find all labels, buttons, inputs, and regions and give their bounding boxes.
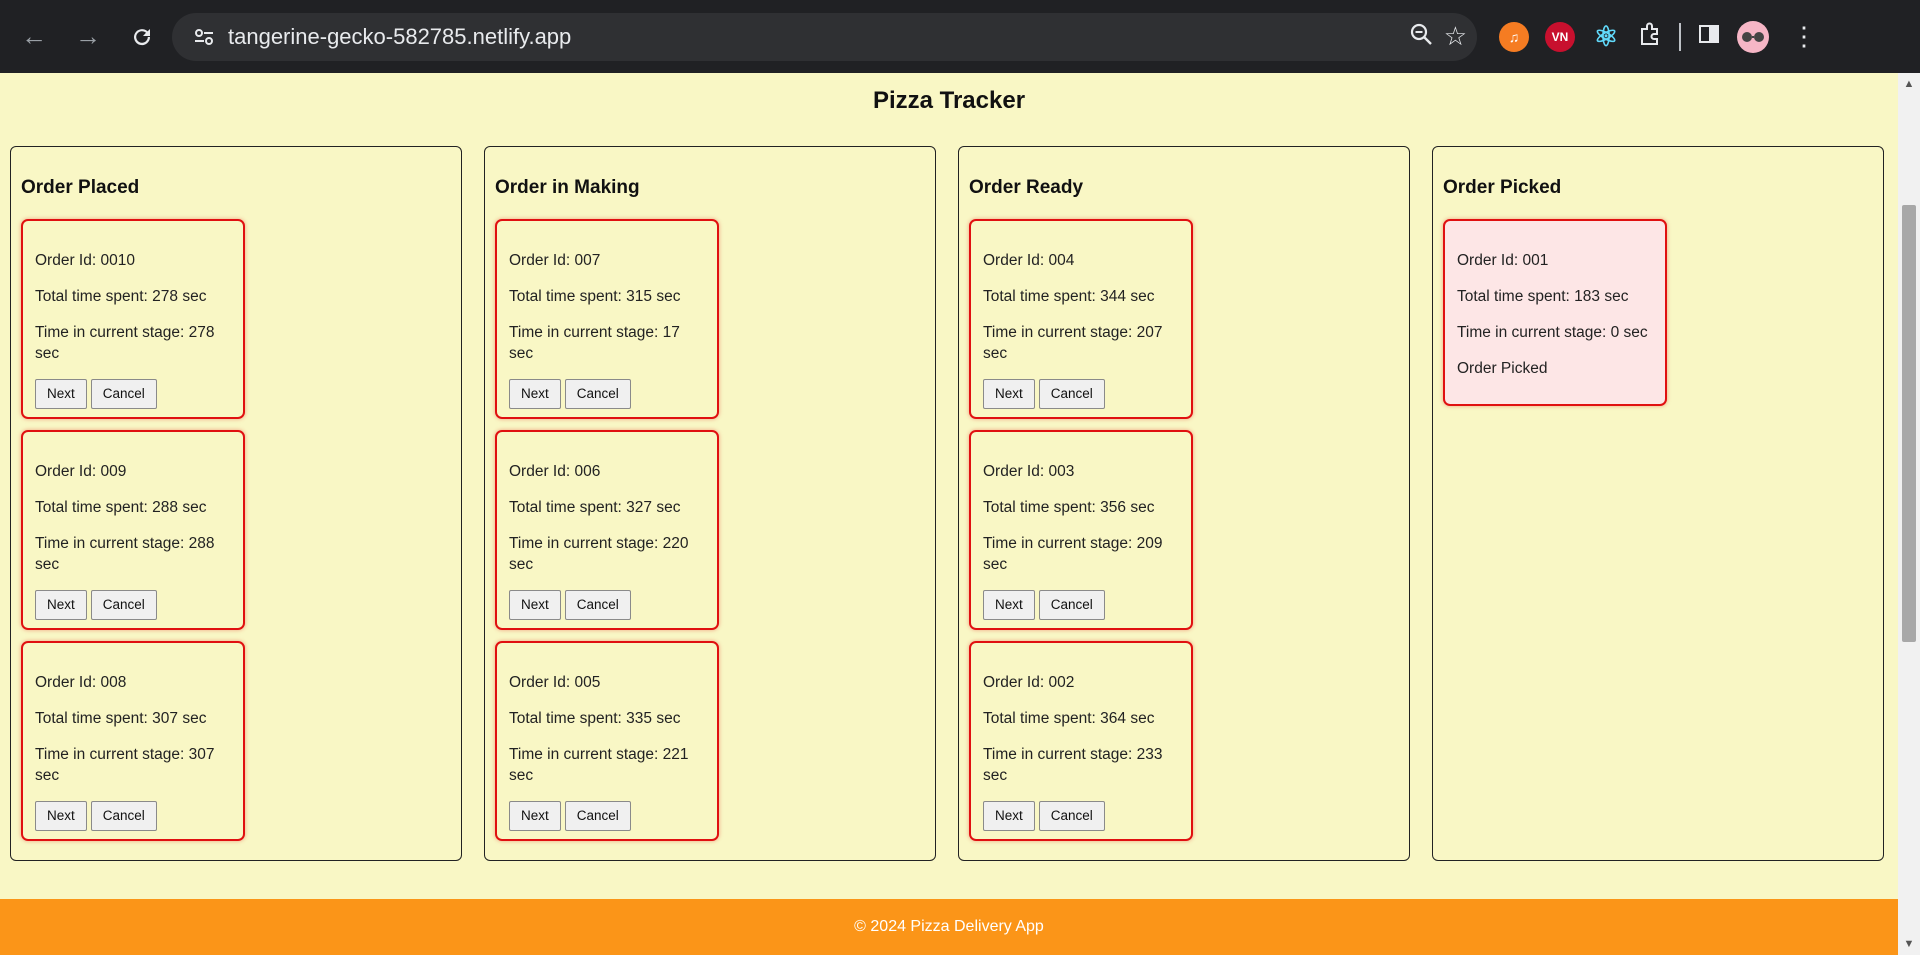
total-time: Total time spent: 364 sec <box>983 709 1155 727</box>
order-id: Order Id: 006 <box>509 463 601 480</box>
column-title: Order Placed <box>21 177 140 198</box>
cancel-button[interactable]: Cancel <box>1038 378 1105 409</box>
page-title: Pizza Tracker <box>872 87 1026 114</box>
order-id: Order Id: 001 <box>1457 252 1549 269</box>
next-button[interactable]: Next <box>983 589 1035 620</box>
stage-time: Time in current stage: 221 sec <box>509 745 689 784</box>
cancel-button[interactable]: Cancel <box>90 589 157 620</box>
column-title: Order Ready <box>969 177 1084 198</box>
order-status: Order Picked <box>1457 359 1548 377</box>
page-scrollbar[interactable]: ▲ ▼ <box>1898 73 1920 955</box>
stage-time: Time in current stage: 278 sec <box>35 323 215 362</box>
order-id: Order Id: 008 <box>35 674 127 691</box>
order-id: Order Id: 007 <box>509 252 601 269</box>
order-id: Order Id: 009 <box>35 463 127 480</box>
next-button[interactable]: Next <box>509 589 561 620</box>
total-time: Total time spent: 307 sec <box>35 709 207 727</box>
toolbar-divider <box>1679 22 1681 51</box>
order-card: Order Id: 006 Total time spent: 327 sec … <box>495 430 719 630</box>
side-panel-icon[interactable] <box>1697 22 1721 51</box>
cancel-button[interactable]: Cancel <box>90 378 157 409</box>
picked-order-card: Order Id: 001 Total time spent: 183 sec … <box>1443 219 1667 406</box>
extensions-puzzle-icon[interactable] <box>1637 21 1663 52</box>
order-id: Order Id: 002 <box>983 674 1075 691</box>
site-info-icon[interactable] <box>182 15 226 59</box>
next-button[interactable]: Next <box>35 800 87 831</box>
column-order-ready: Order Ready Order Id: 004 Total time spe… <box>958 146 1410 861</box>
forward-arrow-icon[interactable]: → <box>68 17 108 57</box>
footer: © 2024 Pizza Delivery App <box>0 899 1898 955</box>
next-button[interactable]: Next <box>35 589 87 620</box>
cancel-button[interactable]: Cancel <box>564 589 631 620</box>
stage-time: Time in current stage: 17 sec <box>509 323 680 362</box>
next-button[interactable]: Next <box>983 800 1035 831</box>
cancel-button[interactable]: Cancel <box>1038 589 1105 620</box>
browser-toolbar: ← → tangerine-gecko-582785.netlify.app ☆… <box>0 0 1920 73</box>
stage-time: Time in current stage: 220 sec <box>509 534 689 573</box>
column-order-in-making: Order in Making Order Id: 007 Total time… <box>484 146 936 861</box>
scroll-thumb[interactable] <box>1902 205 1916 642</box>
url-text[interactable]: tangerine-gecko-582785.netlify.app <box>228 24 571 50</box>
cancel-button[interactable]: Cancel <box>90 800 157 831</box>
column-order-placed: Order Placed Order Id: 0010 Total time s… <box>10 146 462 861</box>
vn-red-extension-icon[interactable]: VN <box>1545 21 1575 52</box>
order-id: Order Id: 003 <box>983 463 1075 480</box>
order-card: Order Id: 004 Total time spent: 344 sec … <box>969 219 1193 419</box>
total-time: Total time spent: 327 sec <box>509 498 681 516</box>
stage-time: Time in current stage: 288 sec <box>35 534 215 573</box>
cancel-button[interactable]: Cancel <box>1038 800 1105 831</box>
back-arrow-icon[interactable]: ← <box>14 17 54 57</box>
order-card: Order Id: 003 Total time spent: 356 sec … <box>969 430 1193 630</box>
column-title: Order Picked <box>1443 177 1562 198</box>
order-card: Order Id: 0010 Total time spent: 278 sec… <box>21 219 245 419</box>
total-time: Total time spent: 183 sec <box>1457 287 1629 305</box>
address-bar[interactable]: tangerine-gecko-582785.netlify.app ☆ <box>172 12 1477 61</box>
zoom-icon[interactable] <box>1408 21 1434 52</box>
order-id: Order Id: 005 <box>509 674 601 691</box>
next-button[interactable]: Next <box>509 800 561 831</box>
cancel-button[interactable]: Cancel <box>564 378 631 409</box>
kebab-menu-icon[interactable]: ⋮ <box>1791 21 1817 52</box>
next-button[interactable]: Next <box>983 378 1035 409</box>
order-id: Order Id: 004 <box>983 252 1075 269</box>
column-title: Order in Making <box>495 177 640 198</box>
pdf-orange-extension-icon[interactable]: ♫ <box>1499 21 1529 52</box>
page-content: Pizza Tracker Order Placed Order Id: 001… <box>0 73 1898 955</box>
reload-icon[interactable] <box>122 17 162 57</box>
order-card: Order Id: 008 Total time spent: 307 sec … <box>21 641 245 841</box>
stage-time: Time in current stage: 209 sec <box>983 534 1163 573</box>
column-order-picked: Order Picked Order Id: 001 Total time sp… <box>1432 146 1884 861</box>
total-time: Total time spent: 335 sec <box>509 709 681 727</box>
total-time: Total time spent: 344 sec <box>983 287 1155 305</box>
order-card: Order Id: 009 Total time spent: 288 sec … <box>21 430 245 630</box>
stage-time: Time in current stage: 307 sec <box>35 745 215 784</box>
stage-time: Time in current stage: 233 sec <box>983 745 1163 784</box>
order-card: Order Id: 002 Total time spent: 364 sec … <box>969 641 1193 841</box>
bookmark-star-icon[interactable]: ☆ <box>1444 21 1467 52</box>
order-card: Order Id: 007 Total time spent: 315 sec … <box>495 219 719 419</box>
stage-time: Time in current stage: 207 sec <box>983 323 1163 362</box>
cancel-button[interactable]: Cancel <box>564 800 631 831</box>
total-time: Total time spent: 288 sec <box>35 498 207 516</box>
scroll-down-arrow-icon[interactable]: ▼ <box>1898 933 1920 955</box>
total-time: Total time spent: 278 sec <box>35 287 207 305</box>
stage-time: Time in current stage: 0 sec <box>1457 323 1648 341</box>
profile-avatar[interactable] <box>1737 20 1769 53</box>
next-button[interactable]: Next <box>35 378 87 409</box>
order-id: Order Id: 0010 <box>35 252 135 269</box>
react-devtools-icon[interactable]: ⚛ <box>1591 21 1621 52</box>
scroll-up-arrow-icon[interactable]: ▲ <box>1898 73 1920 95</box>
order-card: Order Id: 005 Total time spent: 335 sec … <box>495 641 719 841</box>
next-button[interactable]: Next <box>509 378 561 409</box>
total-time: Total time spent: 356 sec <box>983 498 1155 516</box>
total-time: Total time spent: 315 sec <box>509 287 681 305</box>
